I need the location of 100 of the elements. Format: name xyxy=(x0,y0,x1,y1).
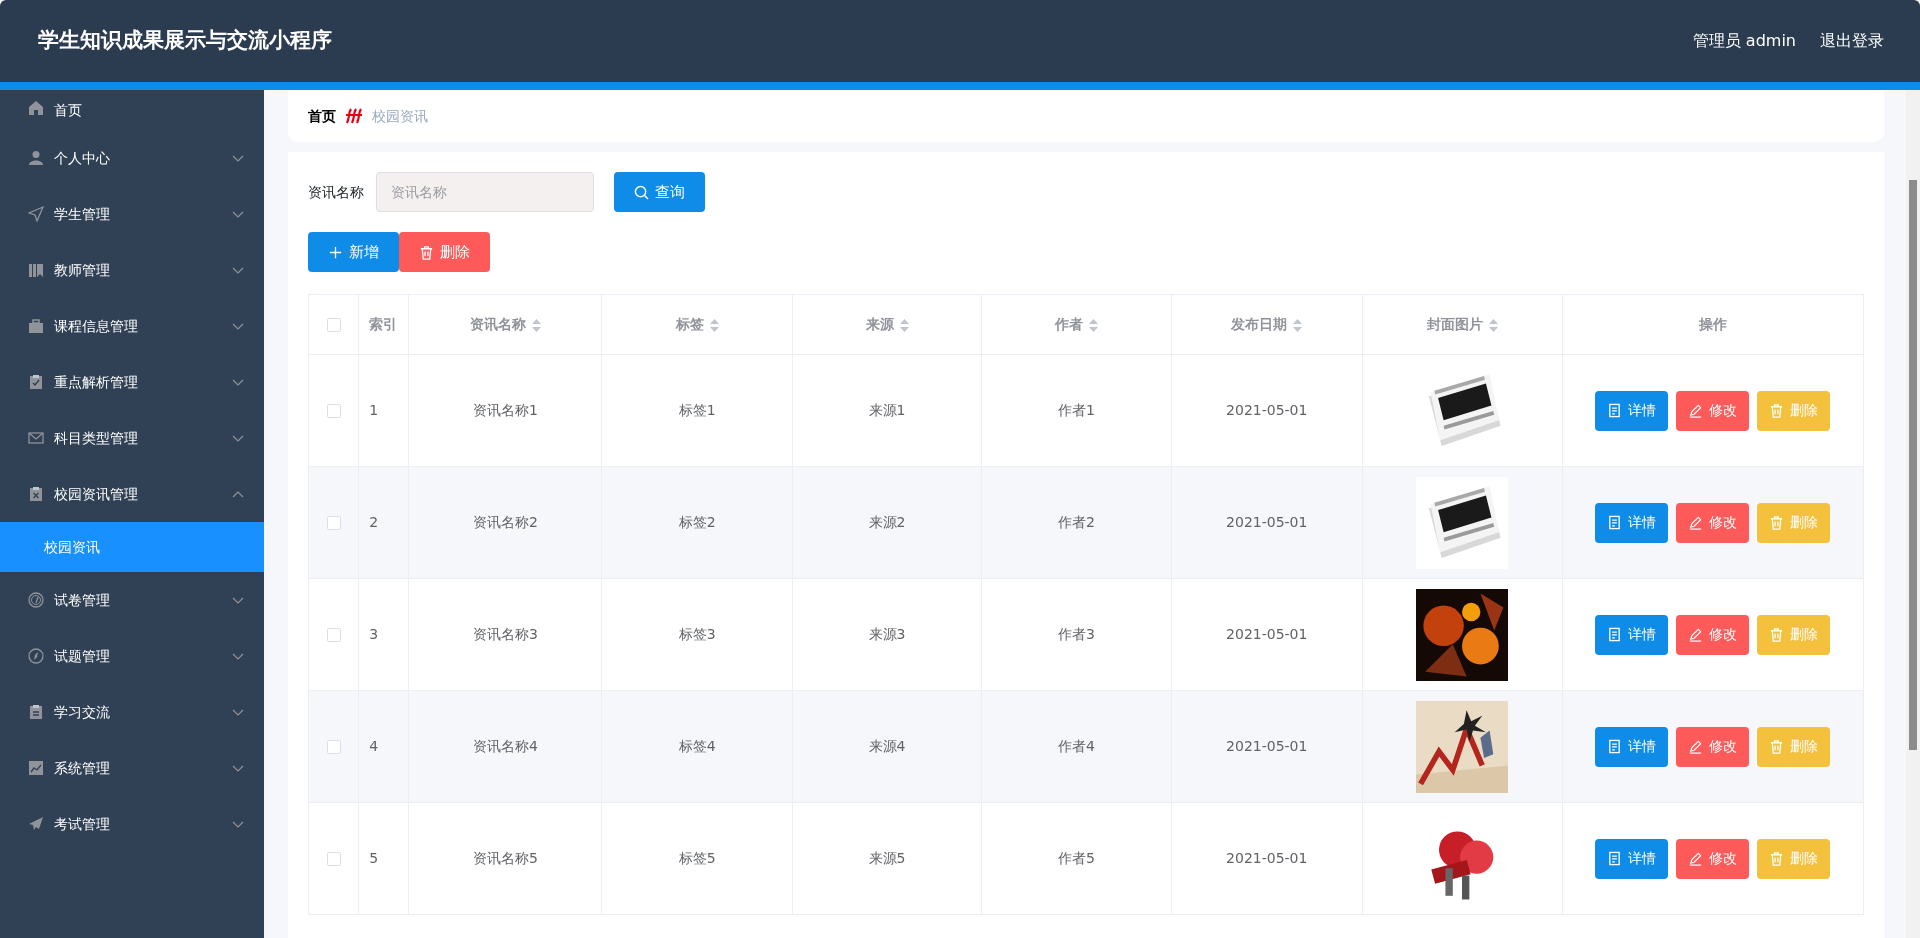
sort-icon[interactable] xyxy=(1488,318,1498,332)
document-icon xyxy=(1607,403,1623,418)
pencil-icon xyxy=(1688,515,1704,530)
sidebar-item[interactable]: 校园资讯管理 xyxy=(0,466,264,522)
trash-icon xyxy=(1769,627,1785,642)
source-cell: 来源3 xyxy=(868,626,906,642)
breadcrumb-item[interactable]: 首页 xyxy=(308,105,336,127)
details-button[interactable]: 详情 xyxy=(1595,614,1669,655)
source-cell: 来源5 xyxy=(868,850,906,866)
gauge-icon xyxy=(28,592,44,608)
clipboard-check-icon xyxy=(28,374,44,390)
column-header[interactable]: 作者 xyxy=(1054,316,1083,332)
sort-icon[interactable] xyxy=(709,318,719,332)
search-icon xyxy=(634,184,649,200)
news-name-cell: 资讯名称4 xyxy=(472,738,538,754)
sidebar-item[interactable]: 学生管理 xyxy=(0,186,264,242)
mail-icon xyxy=(28,430,44,446)
plus-icon xyxy=(328,244,343,260)
sidebar-item[interactable]: 课程信息管理 xyxy=(0,298,264,354)
search-button[interactable]: 查询 xyxy=(614,172,705,212)
sort-icon[interactable] xyxy=(1088,318,1098,332)
logout-link[interactable]: 退出登录 xyxy=(1820,29,1884,53)
author-cell: 作者1 xyxy=(1057,402,1095,418)
sort-icon[interactable] xyxy=(531,318,541,332)
sidebar-item[interactable]: 个人中心 xyxy=(0,130,264,186)
date-cell: 2021-05-01 xyxy=(1226,850,1308,866)
author-cell: 作者2 xyxy=(1057,514,1095,530)
admin-user-label: 管理员 admin xyxy=(1692,30,1796,52)
row-checkbox[interactable] xyxy=(326,628,341,642)
tag-cell: 标签5 xyxy=(678,850,716,866)
sidebar-item[interactable]: 科目类型管理 xyxy=(0,410,264,466)
sidebar-item[interactable]: 考试管理 xyxy=(0,796,264,852)
column-header[interactable]: 资讯名称 xyxy=(469,316,526,332)
scrollbar[interactable] xyxy=(1906,90,1920,938)
edit-button[interactable]: 修改 xyxy=(1676,502,1750,543)
separator-icon xyxy=(344,107,364,125)
date-cell: 2021-05-01 xyxy=(1226,626,1308,642)
tag-cell: 标签1 xyxy=(678,402,716,418)
source-cell: 来源2 xyxy=(868,514,906,530)
row-checkbox[interactable] xyxy=(326,404,341,418)
document-icon xyxy=(1607,739,1623,754)
news-name-cell: 资讯名称5 xyxy=(472,850,538,866)
edit-button[interactable]: 修改 xyxy=(1676,838,1750,879)
document-icon xyxy=(1607,627,1623,642)
compass-icon xyxy=(28,648,44,664)
select-all-checkbox[interactable] xyxy=(326,318,341,332)
pencil-icon xyxy=(1688,627,1704,642)
home-icon xyxy=(28,100,44,116)
details-button[interactable]: 详情 xyxy=(1595,838,1669,879)
sidebar-item[interactable]: 试卷管理 xyxy=(0,572,264,628)
books-icon xyxy=(28,262,44,278)
sidebar-item[interactable]: 重点解析管理 xyxy=(0,354,264,410)
breadcrumb-item: 校园资讯 xyxy=(372,106,428,126)
column-header: 索引 xyxy=(369,316,398,332)
edit-button[interactable]: 修改 xyxy=(1676,614,1750,655)
sidebar-item[interactable]: 学习交流 xyxy=(0,684,264,740)
column-header[interactable]: 封面图片 xyxy=(1426,316,1483,332)
author-cell: 作者3 xyxy=(1057,626,1095,642)
document-icon xyxy=(1607,851,1623,866)
sort-icon[interactable] xyxy=(899,318,909,332)
column-header[interactable]: 标签 xyxy=(675,316,704,332)
document-icon xyxy=(1607,515,1623,530)
sidebar-subitem[interactable]: 校园资讯 xyxy=(0,522,264,572)
sidebar-item[interactable]: 试题管理 xyxy=(0,628,264,684)
trash-icon xyxy=(1769,851,1785,866)
row-checkbox[interactable] xyxy=(326,516,341,530)
scrollbar-thumb[interactable] xyxy=(1909,180,1917,750)
paper-plane-icon xyxy=(28,816,44,832)
date-cell: 2021-05-01 xyxy=(1226,402,1308,418)
column-header[interactable]: 来源 xyxy=(865,316,894,332)
trash-icon xyxy=(1769,739,1785,754)
add-button[interactable]: 新增 xyxy=(308,232,399,272)
sidebar-item[interactable]: 系统管理 xyxy=(0,740,264,796)
row-index: 5 xyxy=(369,850,379,866)
news-name-cell: 资讯名称3 xyxy=(472,626,538,642)
trash-icon xyxy=(1769,515,1785,530)
details-button[interactable]: 详情 xyxy=(1595,502,1669,543)
row-index: 3 xyxy=(369,626,379,642)
paper-plane-icon xyxy=(28,206,44,222)
trash-icon xyxy=(1769,403,1785,418)
sort-icon[interactable] xyxy=(1293,318,1303,332)
clipboard-x-icon xyxy=(28,486,44,502)
briefcase-icon xyxy=(28,318,44,334)
delete-button[interactable]: 删除 xyxy=(399,232,490,272)
column-header[interactable]: 发布日期 xyxy=(1231,316,1288,332)
row-checkbox[interactable] xyxy=(326,852,341,866)
details-button[interactable]: 详情 xyxy=(1595,726,1669,767)
sidebar-item[interactable]: 首页 xyxy=(0,90,264,130)
sidebar-item[interactable]: 教师管理 xyxy=(0,242,264,298)
edit-button[interactable]: 修改 xyxy=(1676,390,1750,431)
tag-cell: 标签2 xyxy=(678,514,716,530)
edit-button[interactable]: 修改 xyxy=(1676,726,1750,767)
details-button[interactable]: 详情 xyxy=(1595,390,1669,431)
news-name-cell: 资讯名称2 xyxy=(472,514,538,530)
chart-icon xyxy=(28,760,44,776)
clipboard-icon xyxy=(28,704,44,720)
row-checkbox[interactable] xyxy=(326,740,341,754)
source-cell: 来源4 xyxy=(868,738,906,754)
user-icon xyxy=(28,150,44,166)
search-field[interactable]: 资讯名称 xyxy=(376,172,594,212)
